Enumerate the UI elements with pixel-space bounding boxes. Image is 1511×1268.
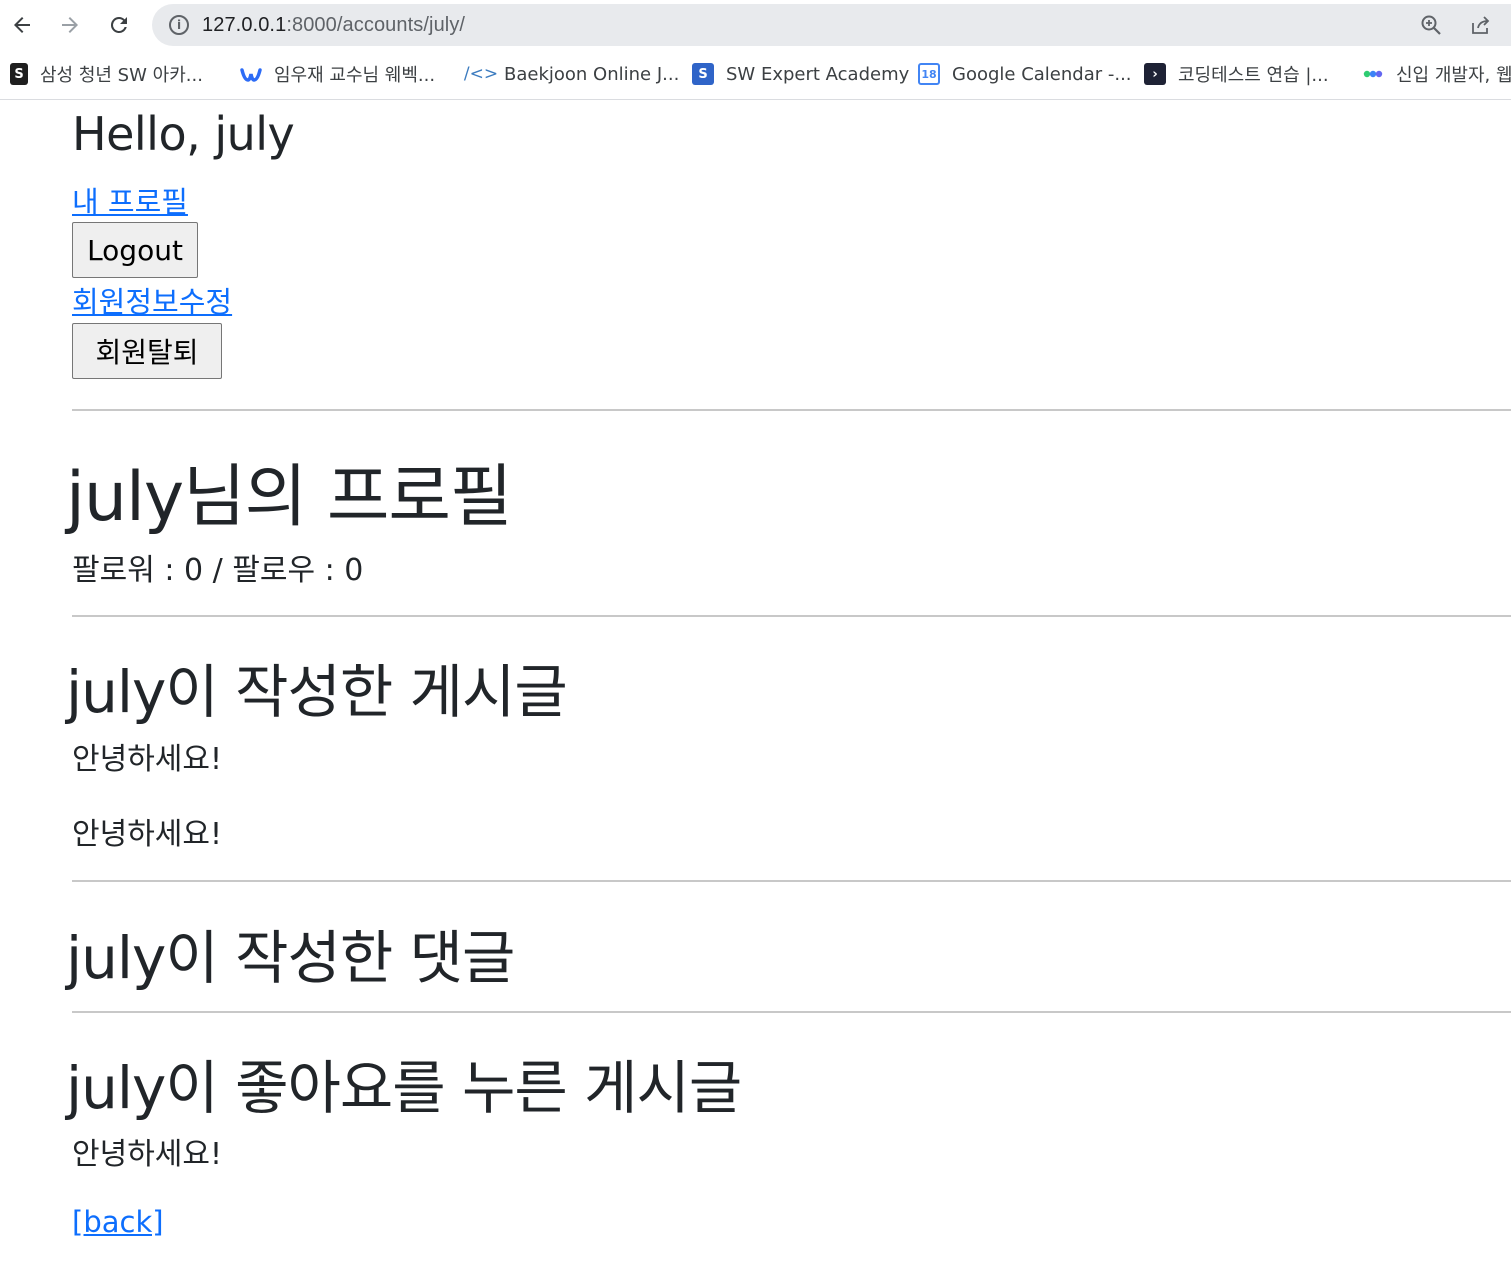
bookmark-google-calendar[interactable]: 18 Google Calendar -...	[918, 61, 1132, 87]
zoom-icon[interactable]	[1419, 13, 1443, 37]
logout-button[interactable]: Logout	[72, 222, 198, 278]
delete-account-button[interactable]: 회원탈퇴	[72, 323, 222, 379]
profile-title: july님의 프로필	[66, 458, 513, 537]
divider	[72, 880, 1511, 882]
swea-icon: S	[692, 63, 714, 85]
webex-icon	[240, 63, 262, 85]
address-bar[interactable]: i 127.0.0.1:8000/accounts/july/	[152, 4, 1511, 46]
bookmark-label: 임우재 교수님 웨벡...	[274, 65, 436, 86]
samsung-ssafy-icon: S	[10, 63, 28, 85]
liked-article-item: 안녕하세요!	[72, 1137, 223, 1172]
bookmark-webex[interactable]: 임우재 교수님 웨벡...	[240, 61, 435, 87]
bookmark-label: 삼성 청년 SW 아카...	[40, 65, 203, 86]
bookmark-programmers[interactable]: › 코딩테스트 연습 |...	[1144, 61, 1329, 87]
articles-title: july이 작성한 게시글	[66, 658, 568, 726]
edit-account-link[interactable]: 회원정보수정	[72, 279, 232, 321]
bookmark-ssafy[interactable]: S 삼성 청년 SW 아카...	[10, 61, 203, 87]
greeting-heading: Hello, july	[72, 107, 295, 161]
divider	[72, 615, 1511, 617]
follow-counts: 팔로워 : 0 / 팔로우 : 0	[72, 553, 364, 588]
bookmark-label: 코딩테스트 연습 |...	[1178, 65, 1329, 86]
comments-title: july이 작성한 댓글	[66, 924, 515, 992]
dots-icon	[1362, 63, 1384, 85]
divider	[72, 1011, 1511, 1013]
bookmark-newbie-dev[interactable]: 신입 개발자, 웹	[1362, 61, 1511, 87]
url-text[interactable]: 127.0.0.1:8000/accounts/july/	[202, 14, 465, 37]
url-host: 127.0.0.1	[202, 14, 287, 36]
forward-arrow-icon[interactable]	[53, 8, 87, 42]
bookmark-label: 신입 개발자, 웹	[1396, 65, 1511, 86]
share-icon[interactable]	[1469, 13, 1493, 37]
back-arrow-icon[interactable]	[5, 8, 39, 42]
bookmark-swea[interactable]: S SW Expert Academy	[692, 61, 909, 87]
article-item: 안녕하세요!	[72, 817, 223, 852]
programmers-icon: ›	[1144, 63, 1166, 85]
divider	[72, 409, 1511, 411]
my-profile-link[interactable]: 내 프로필	[72, 179, 188, 221]
site-info-icon[interactable]: i	[169, 15, 189, 35]
reload-icon[interactable]	[102, 8, 136, 42]
liked-articles-title: july이 좋아요를 누른 게시글	[66, 1054, 742, 1122]
browser-toolbar: i 127.0.0.1:8000/accounts/july/	[0, 0, 1511, 50]
bookmark-baekjoon[interactable]: /<> Baekjoon Online J...	[463, 61, 680, 87]
bookmark-label: Baekjoon Online J...	[504, 63, 680, 85]
bookmark-label: SW Expert Academy	[726, 63, 910, 85]
back-link[interactable]: [back]	[72, 1205, 164, 1239]
article-item: 안녕하세요!	[72, 742, 223, 777]
calendar-icon: 18	[918, 63, 940, 85]
bookmark-label: Google Calendar -...	[952, 63, 1132, 85]
url-path: :8000/accounts/july/	[286, 14, 466, 36]
bookmarks-bar: S 삼성 청년 SW 아카... 임우재 교수님 웨벡... /<> Baekj…	[0, 50, 1511, 100]
code-brackets-icon: /<>	[463, 64, 499, 84]
